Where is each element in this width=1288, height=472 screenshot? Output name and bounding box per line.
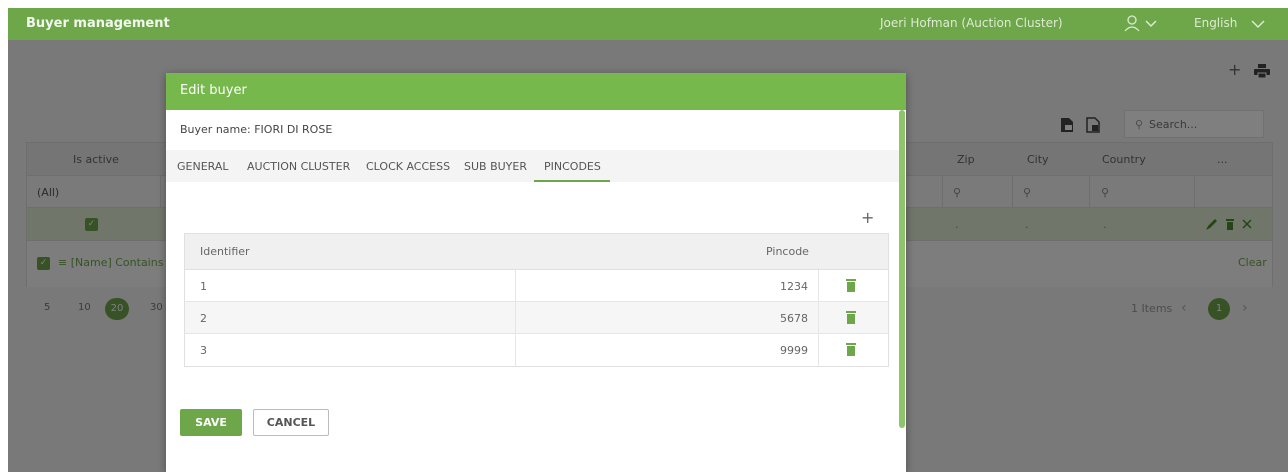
column-divider — [515, 270, 516, 302]
app-title: Buyer management — [26, 16, 170, 31]
chevron-down-icon[interactable] — [1248, 14, 1268, 34]
delete-icon[interactable] — [846, 279, 856, 292]
dialog-header: Edit buyer — [166, 73, 906, 110]
cell-identifier: 3 — [200, 344, 207, 357]
save-button[interactable]: SAVE — [180, 409, 242, 436]
pincodes-table: Identifier Pincode 1 1234 2 5678 3 9999 — [184, 233, 889, 367]
tab-sub-buyer[interactable]: SUB BUYER — [464, 160, 527, 173]
table-row[interactable]: 3 9999 — [185, 334, 888, 366]
column-divider — [818, 334, 819, 366]
delete-icon[interactable] — [846, 343, 856, 356]
dialog-tabs: GENERAL AUCTION CLUSTER CLOCK ACCESS SUB… — [166, 150, 899, 182]
cell-identifier: 2 — [200, 312, 207, 325]
tab-general[interactable]: GENERAL — [177, 160, 229, 173]
tab-auction-cluster[interactable]: AUCTION CLUSTER — [247, 160, 350, 173]
user-name[interactable]: Joeri Hofman (Auction Cluster) — [880, 16, 1063, 30]
cell-pincode: 5678 — [780, 312, 808, 325]
pincodes-table-header: Identifier Pincode — [185, 234, 888, 270]
active-tab-indicator — [534, 180, 610, 182]
delete-icon[interactable] — [846, 311, 856, 324]
language-selector[interactable]: English — [1194, 16, 1237, 30]
column-divider — [515, 302, 516, 334]
table-row[interactable]: 1 1234 — [185, 270, 888, 302]
cell-pincode: 1234 — [780, 280, 808, 293]
column-identifier: Identifier — [200, 245, 250, 258]
add-pincode-icon[interactable]: + — [861, 210, 875, 226]
edit-buyer-dialog: Edit buyer Buyer name: FIORI DI ROSE GEN… — [166, 73, 906, 472]
cell-identifier: 1 — [200, 280, 207, 293]
column-pincode: Pincode — [766, 245, 809, 258]
column-divider — [818, 302, 819, 334]
user-menu-icon[interactable] — [1124, 14, 1164, 34]
column-divider — [515, 334, 516, 366]
cancel-button[interactable]: CANCEL — [253, 409, 329, 436]
cell-pincode: 9999 — [780, 344, 808, 357]
dialog-title: Edit buyer — [180, 83, 247, 98]
column-divider — [818, 270, 819, 302]
tab-clock-access[interactable]: CLOCK ACCESS — [366, 160, 450, 173]
buyer-name-label: Buyer name: FIORI DI ROSE — [180, 123, 333, 136]
dialog-scrollbar[interactable] — [899, 110, 905, 428]
app-header: Buyer management Joeri Hofman (Auction C… — [8, 8, 1288, 40]
tab-pincodes[interactable]: PINCODES — [544, 160, 601, 173]
table-row[interactable]: 2 5678 — [185, 302, 888, 334]
